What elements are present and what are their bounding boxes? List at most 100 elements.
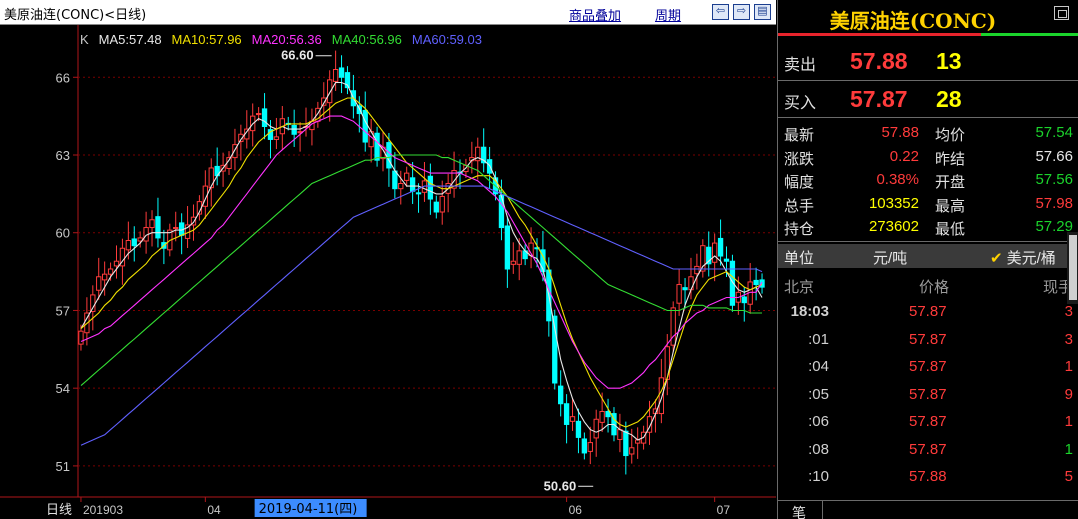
sell-pressure-bar	[778, 33, 981, 36]
candle-body	[587, 442, 593, 452]
candle-body	[599, 411, 605, 423]
candle-body	[617, 429, 623, 440]
period-link[interactable]: 周期	[655, 5, 681, 24]
tick-time: :05	[808, 385, 829, 403]
candle-body	[78, 330, 84, 345]
stat-label: 涨跌	[784, 150, 815, 168]
candle-body	[125, 240, 132, 251]
tick-row: :08 57.87 1	[778, 436, 1078, 463]
tick-row: :10 57.88 5	[778, 463, 1078, 490]
candle-body	[676, 284, 682, 304]
buy-price: 57.87	[850, 86, 908, 112]
tick-row: :05 57.87 9	[778, 381, 1078, 408]
candle-body	[516, 250, 522, 265]
buy-row: 买入 57.87 28	[778, 80, 1078, 117]
stat-label: 昨结	[935, 150, 966, 168]
stat-row: 最新 57.88 均价 57.54	[778, 121, 1078, 144]
candle-body	[717, 237, 724, 257]
tick-row: :01 57.87 3	[778, 326, 1078, 353]
candle-body	[131, 238, 137, 247]
scrollbar[interactable]	[1067, 232, 1078, 304]
tab-ticks[interactable]: 笔	[792, 503, 806, 519]
ma20-line	[80, 115, 763, 389]
candle-body	[332, 69, 339, 82]
ticks-header: 北京 价格 现手	[778, 273, 1078, 297]
candle-body	[173, 227, 179, 230]
tick-price: 57.87	[909, 358, 947, 375]
instrument-name: 美原油连(CONC)	[829, 9, 997, 33]
candle-body	[404, 172, 410, 181]
tick-price: 57.87	[909, 330, 947, 348]
candle-body	[439, 195, 445, 213]
candle-body	[581, 438, 588, 454]
legend-item: MA60:59.03	[412, 32, 482, 47]
tick-time: :01	[808, 330, 829, 348]
candle-body	[670, 307, 676, 346]
x-tick-label: 06	[569, 503, 583, 517]
tick-time: :04	[808, 358, 829, 375]
x-tick-label: 201903	[83, 503, 123, 517]
candle-body	[415, 192, 422, 195]
legend-item: K	[80, 32, 89, 47]
stat-value: 0.22	[889, 147, 919, 165]
ma40-line	[80, 154, 762, 387]
scrollbar-thumb[interactable]	[1069, 235, 1077, 300]
stat-label: 最低	[935, 221, 966, 238]
x-tick-label: 04	[207, 503, 221, 517]
tick-volume: 1	[1064, 413, 1073, 430]
candle-body	[107, 268, 114, 275]
layout-toggle-icon[interactable]: ▤	[754, 4, 771, 20]
stat-label: 持仓	[784, 221, 815, 238]
high-annotation-label: 66.60	[281, 48, 314, 63]
cursor-date-label: 2019-04-11(四)	[259, 502, 358, 517]
tick-volume: 1	[1064, 358, 1073, 375]
ticks-location: 北京	[784, 279, 815, 296]
scroll-right-icon[interactable]: ⇨	[733, 4, 750, 20]
tick-row: 18:03 57.87 3	[778, 298, 1078, 325]
stat-value: 57.98	[1035, 194, 1073, 212]
stat-value: 57.54	[1035, 124, 1073, 141]
candle-body	[427, 175, 434, 200]
candle-body	[575, 420, 582, 438]
tick-time: :10	[808, 468, 829, 485]
unit-value: 元/吨	[873, 250, 908, 267]
chart-pane: 美原油连(CONC)<日线) 商品叠加 周期 ⇦ ⇨ ▤ 51 54 57 60 63 6…	[0, 0, 776, 519]
unit-alt-toggle[interactable]: ✔ 美元/桶	[990, 247, 1056, 268]
tick-volume: 3	[1064, 330, 1073, 348]
sell-label: 卖出	[784, 57, 817, 74]
divider	[778, 117, 1078, 118]
y-tick-label: 60	[56, 226, 70, 241]
divider	[822, 501, 823, 519]
candle-body	[694, 265, 700, 275]
candle-body	[90, 294, 96, 312]
candle-body	[688, 276, 694, 291]
legend-item: MA10:57.96	[172, 32, 242, 47]
overlay-link[interactable]: 商品叠加	[569, 5, 621, 24]
tick-price: 57.87	[909, 413, 947, 430]
candle-body	[510, 260, 516, 265]
unit-alt-label: 美元/桶	[1006, 250, 1056, 267]
candle-body	[504, 225, 511, 270]
quote-header: 美原油连(CONC)	[778, 0, 1078, 36]
stat-row: 涨跌 0.22 昨结 57.66	[778, 145, 1078, 168]
window-restore-icon[interactable]	[1054, 6, 1069, 20]
low-annotation-label: 50.60	[544, 478, 577, 493]
stat-value: 57.56	[1035, 171, 1073, 188]
candle-body	[362, 109, 368, 143]
tick-price: 57.87	[909, 303, 947, 320]
candle-body	[711, 242, 718, 263]
buy-label: 买入	[784, 95, 817, 112]
candle-body	[155, 216, 161, 239]
unit-row: 单位 元/吨 ✔ 美元/桶	[778, 244, 1078, 268]
tick-row: :04 57.87 1	[778, 353, 1078, 380]
y-tick-label: 63	[56, 148, 70, 163]
y-tick-label: 54	[56, 381, 70, 396]
candle-body	[658, 377, 665, 415]
scroll-left-icon[interactable]: ⇦	[712, 4, 729, 20]
candle-body	[593, 418, 599, 439]
tick-row: :06 57.87 1	[778, 408, 1078, 435]
candle-body	[101, 273, 108, 281]
stat-label: 最新	[784, 127, 815, 144]
kline-chart[interactable]: 51 54 57 60 63 66 K MA5:57.48 MA10:57.96 MA20:56.…	[0, 25, 776, 519]
stat-label: 均价	[935, 127, 966, 144]
